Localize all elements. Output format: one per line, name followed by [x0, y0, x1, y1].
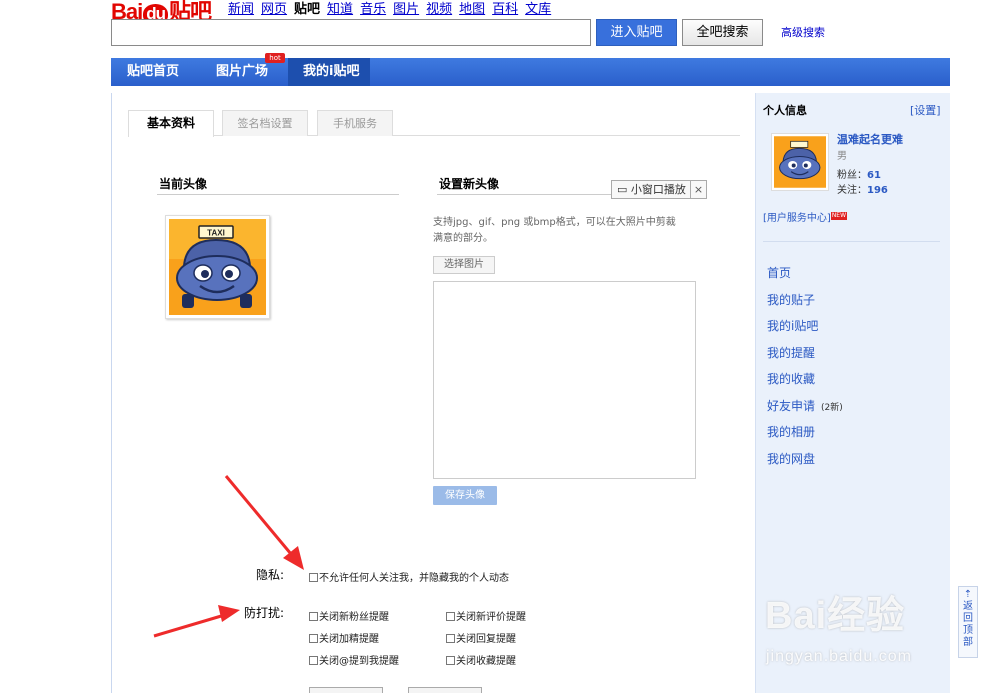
username-link[interactable]: 温难起名更难: [837, 131, 903, 147]
follow-label: 关注：: [837, 185, 867, 196]
sidebar-item-my-posts[interactable]: 我的贴子: [767, 291, 815, 308]
arrow-head-icon: [218, 605, 240, 622]
baidu-jingyan-watermark: Bai经验: [765, 595, 906, 637]
sidebar-item-my-tieba[interactable]: 我的i贴吧: [767, 317, 818, 334]
back-to-top-button[interactable]: ⇡ 返回顶部: [958, 586, 978, 658]
sidebar-item-my-netdisk[interactable]: 我的网盘: [767, 450, 815, 467]
user-service-center-link[interactable]: [用户服务中心]NEW: [763, 209, 848, 224]
arrow-up-icon: ⇡: [963, 589, 973, 600]
gender: 男: [837, 151, 847, 162]
fans-count[interactable]: 粉丝：61: [837, 166, 881, 181]
follow-count[interactable]: 关注：196: [837, 181, 888, 196]
fans-label: 粉丝：: [837, 170, 867, 181]
sidebar-divider: [763, 241, 940, 242]
service-center-label: [用户服务中心]: [763, 213, 831, 224]
friend-request-count: (2新): [821, 403, 843, 413]
annotation-arrow-dnd: [153, 612, 229, 638]
watermark-url: jingyan.baidu.com: [766, 648, 912, 665]
fans-value: 61: [867, 170, 881, 181]
sidebar-item-my-album[interactable]: 我的相册: [767, 423, 815, 440]
taxi-avatar-thumbnail: [774, 136, 826, 188]
follow-value: 196: [867, 185, 888, 196]
sidebar-item-home[interactable]: 首页: [767, 264, 791, 281]
friend-requests-label: 好友申请: [767, 399, 816, 413]
sidebar-item-my-reminders[interactable]: 我的提醒: [767, 344, 815, 361]
sidebar-item-my-favorites[interactable]: 我的收藏: [767, 370, 815, 387]
back-to-top-label: 返回顶部: [963, 601, 973, 648]
annotation-arrow-privacy: [224, 475, 298, 561]
new-badge: NEW: [830, 212, 848, 220]
personal-info-title: 个人信息: [763, 104, 807, 117]
sidebar-item-friend-requests[interactable]: 好友申请 (2新): [767, 397, 843, 414]
sidebar-avatar[interactable]: [771, 133, 829, 191]
settings-link[interactable]: [设置]: [910, 102, 941, 118]
